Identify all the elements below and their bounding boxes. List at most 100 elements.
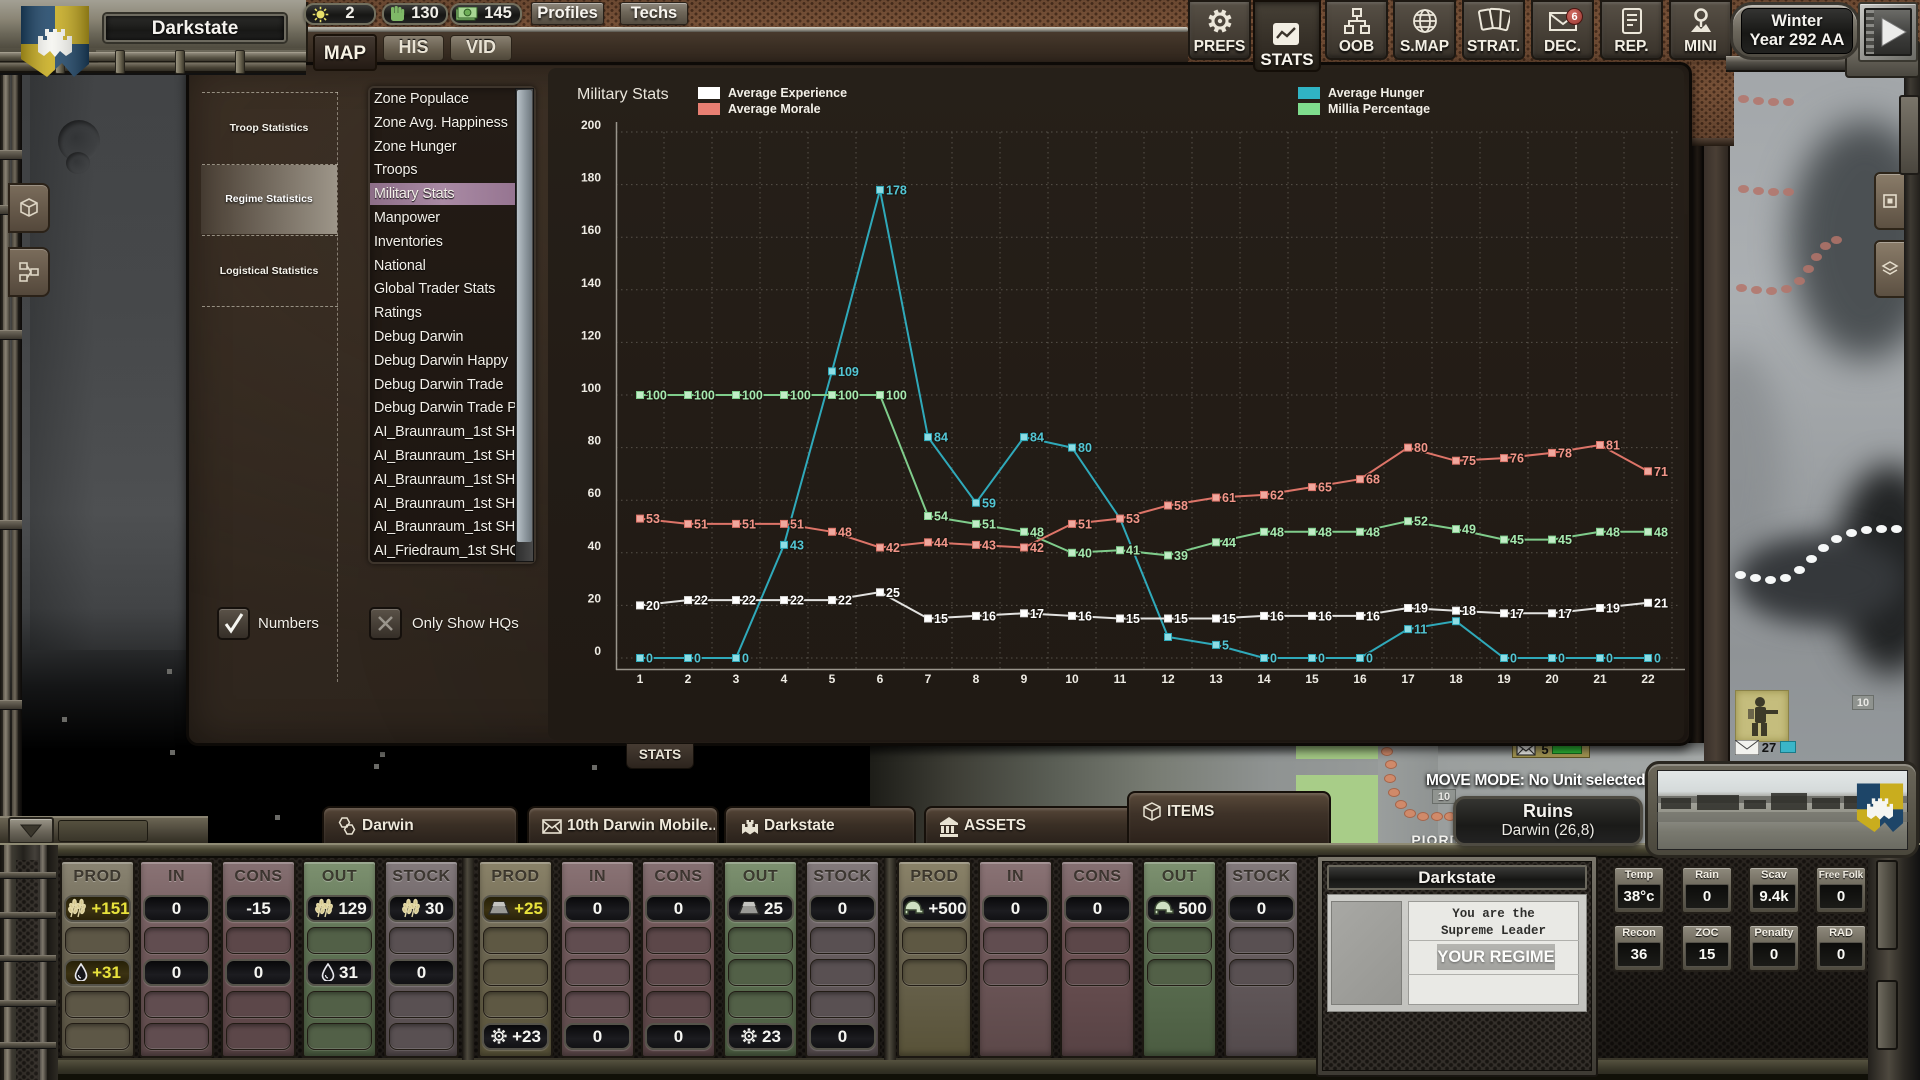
svg-text:5: 5 xyxy=(829,672,836,686)
svg-text:20: 20 xyxy=(588,591,602,605)
svg-text:19: 19 xyxy=(1414,602,1428,616)
svg-text:15: 15 xyxy=(1126,612,1140,626)
svg-text:100: 100 xyxy=(694,389,715,403)
svg-text:48: 48 xyxy=(1030,525,1044,539)
svg-text:48: 48 xyxy=(1654,525,1668,539)
svg-text:Military Stats: Military Stats xyxy=(577,86,669,103)
svg-text:51: 51 xyxy=(982,517,996,531)
svg-text:40: 40 xyxy=(588,539,602,553)
svg-text:10: 10 xyxy=(1065,672,1079,686)
svg-text:22: 22 xyxy=(838,594,852,608)
svg-text:62: 62 xyxy=(1270,488,1284,502)
svg-text:100: 100 xyxy=(646,389,667,403)
svg-text:40: 40 xyxy=(1078,546,1092,560)
svg-text:0: 0 xyxy=(646,652,653,666)
svg-text:22: 22 xyxy=(1641,672,1655,686)
svg-text:49: 49 xyxy=(1462,523,1476,537)
svg-text:0: 0 xyxy=(594,644,601,658)
svg-text:52: 52 xyxy=(1414,515,1428,529)
svg-text:71: 71 xyxy=(1654,465,1668,479)
svg-text:20: 20 xyxy=(646,599,660,613)
svg-text:60: 60 xyxy=(588,486,602,500)
svg-text:80: 80 xyxy=(1078,441,1092,455)
svg-text:75: 75 xyxy=(1462,454,1476,468)
svg-text:8: 8 xyxy=(973,672,980,686)
svg-text:100: 100 xyxy=(838,389,859,403)
svg-text:Average Hunger: Average Hunger xyxy=(1328,86,1424,100)
svg-text:15: 15 xyxy=(1305,672,1319,686)
svg-text:100: 100 xyxy=(581,381,601,395)
svg-text:68: 68 xyxy=(1366,473,1380,487)
svg-text:17: 17 xyxy=(1030,607,1044,621)
svg-text:100: 100 xyxy=(742,389,763,403)
svg-text:3: 3 xyxy=(733,672,740,686)
svg-text:16: 16 xyxy=(1353,672,1367,686)
svg-text:25: 25 xyxy=(886,586,900,600)
svg-text:0: 0 xyxy=(1366,652,1373,666)
svg-text:42: 42 xyxy=(1030,541,1044,555)
svg-text:13: 13 xyxy=(1209,672,1223,686)
svg-text:15: 15 xyxy=(934,612,948,626)
svg-text:0: 0 xyxy=(694,652,701,666)
svg-text:16: 16 xyxy=(1078,609,1092,623)
svg-text:Millia Percentage: Millia Percentage xyxy=(1328,102,1430,116)
svg-text:16: 16 xyxy=(1318,609,1332,623)
svg-text:9: 9 xyxy=(1021,672,1028,686)
svg-text:51: 51 xyxy=(742,517,756,531)
svg-text:84: 84 xyxy=(1030,431,1044,445)
svg-text:109: 109 xyxy=(838,365,859,379)
svg-text:48: 48 xyxy=(1366,525,1380,539)
svg-text:22: 22 xyxy=(790,594,804,608)
svg-text:17: 17 xyxy=(1401,672,1415,686)
svg-text:39: 39 xyxy=(1174,549,1188,563)
svg-text:18: 18 xyxy=(1449,672,1463,686)
svg-text:19: 19 xyxy=(1606,602,1620,616)
svg-text:12: 12 xyxy=(1161,672,1175,686)
svg-text:180: 180 xyxy=(581,171,601,185)
svg-text:58: 58 xyxy=(1174,499,1188,513)
svg-text:22: 22 xyxy=(694,594,708,608)
svg-text:0: 0 xyxy=(1318,652,1325,666)
svg-text:43: 43 xyxy=(982,538,996,552)
svg-text:14: 14 xyxy=(1257,672,1271,686)
svg-text:100: 100 xyxy=(886,389,907,403)
svg-text:16: 16 xyxy=(1270,609,1284,623)
svg-text:76: 76 xyxy=(1510,452,1524,466)
svg-text:54: 54 xyxy=(934,510,948,524)
svg-text:15: 15 xyxy=(1222,612,1236,626)
svg-text:19: 19 xyxy=(1497,672,1511,686)
svg-text:16: 16 xyxy=(982,609,996,623)
svg-text:100: 100 xyxy=(790,389,811,403)
svg-text:0: 0 xyxy=(1270,652,1277,666)
svg-text:80: 80 xyxy=(1414,441,1428,455)
svg-text:0: 0 xyxy=(1654,652,1661,666)
svg-text:Average Experience: Average Experience xyxy=(728,86,847,100)
svg-text:51: 51 xyxy=(790,517,804,531)
svg-text:2: 2 xyxy=(685,672,692,686)
svg-text:51: 51 xyxy=(694,517,708,531)
svg-text:0: 0 xyxy=(1558,652,1565,666)
svg-text:48: 48 xyxy=(1318,525,1332,539)
svg-text:59: 59 xyxy=(982,496,996,510)
svg-text:45: 45 xyxy=(1558,533,1572,547)
svg-text:7: 7 xyxy=(925,672,932,686)
svg-text:0: 0 xyxy=(1510,652,1517,666)
svg-text:81: 81 xyxy=(1606,439,1620,453)
svg-text:0: 0 xyxy=(1606,652,1613,666)
svg-text:42: 42 xyxy=(886,541,900,555)
svg-text:200: 200 xyxy=(581,118,601,132)
svg-text:0: 0 xyxy=(742,652,749,666)
svg-text:1: 1 xyxy=(637,672,644,686)
svg-text:6: 6 xyxy=(877,672,884,686)
svg-text:178: 178 xyxy=(886,183,907,197)
svg-text:53: 53 xyxy=(646,512,660,526)
svg-text:17: 17 xyxy=(1510,607,1524,621)
svg-text:44: 44 xyxy=(934,536,948,550)
svg-text:45: 45 xyxy=(1510,533,1524,547)
svg-text:48: 48 xyxy=(838,525,852,539)
svg-text:48: 48 xyxy=(1270,525,1284,539)
svg-text:61: 61 xyxy=(1222,491,1236,505)
svg-text:18: 18 xyxy=(1462,604,1476,618)
svg-text:11: 11 xyxy=(1114,672,1127,686)
svg-text:5: 5 xyxy=(1222,638,1229,652)
